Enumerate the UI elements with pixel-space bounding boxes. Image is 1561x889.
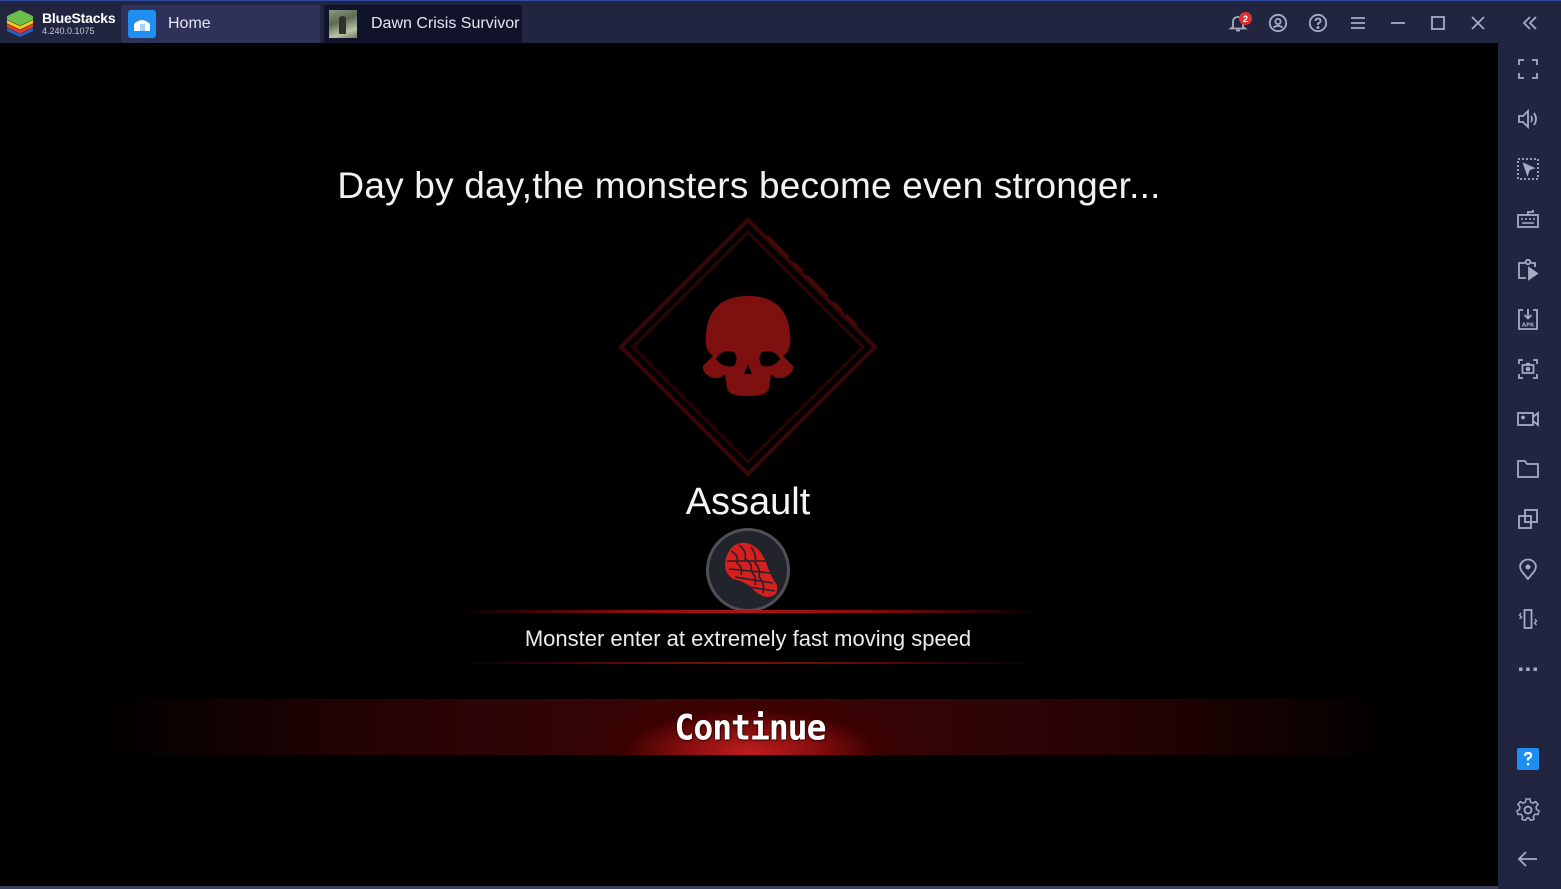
sidebar-item-keyboard-controls[interactable] bbox=[1498, 199, 1558, 239]
keyboard-icon bbox=[1517, 210, 1539, 228]
continue-label: Continue bbox=[674, 706, 827, 748]
mode-title: Assault bbox=[685, 481, 811, 523]
sidebar-item-volume[interactable] bbox=[1498, 99, 1558, 139]
game-screen[interactable]: Day by day,the monsters become even stro… bbox=[0, 43, 1498, 886]
sidebar-item-shake[interactable] bbox=[1498, 599, 1558, 639]
titlebar-controls: 2 bbox=[1218, 1, 1561, 44]
title-bar: BlueStacks 4.240.0.1075 Home Dawn Crisis… bbox=[0, 0, 1561, 43]
camera-icon bbox=[1518, 359, 1538, 379]
collapse-sidebar-icon bbox=[1522, 15, 1537, 30]
back-arrow-icon bbox=[1517, 851, 1537, 867]
brand-name: BlueStacks bbox=[42, 9, 116, 26]
sidebar-item-pointer-mode[interactable] bbox=[1498, 149, 1558, 189]
volume-icon bbox=[1518, 108, 1537, 130]
multi-instance-icon bbox=[1518, 509, 1538, 529]
sidebar-item-back[interactable] bbox=[1498, 839, 1558, 879]
close-button[interactable] bbox=[1458, 1, 1498, 44]
tab-dawn-crisis-survivor[interactable]: Dawn Crisis Survivor bbox=[324, 5, 522, 43]
cursor-select-icon bbox=[1517, 158, 1539, 180]
tab-home-label: Home bbox=[168, 15, 211, 32]
bluestacks-window: BlueStacks 4.240.0.1075 Home Dawn Crisis… bbox=[0, 0, 1561, 889]
tab-home[interactable]: Home bbox=[121, 5, 320, 43]
menu-icon bbox=[1351, 16, 1365, 29]
account-icon bbox=[1268, 13, 1288, 32]
more-dots-icon bbox=[1519, 667, 1537, 671]
right-sidebar: APK bbox=[1498, 43, 1561, 889]
game-thumbnail-icon bbox=[329, 10, 357, 38]
sidebar-item-more[interactable] bbox=[1498, 649, 1558, 689]
headline-text: Day by day,the monsters become even stro… bbox=[337, 165, 1161, 206]
description-divider-top bbox=[455, 610, 1041, 613]
sidebar-item-multi-instance[interactable] bbox=[1498, 499, 1558, 539]
sidebar-item-media-folder[interactable] bbox=[1498, 449, 1558, 489]
mode-description: Monster enter at extremely fast moving s… bbox=[524, 626, 972, 651]
app-version: 4.240.0.1075 bbox=[42, 25, 95, 36]
home-icon bbox=[128, 10, 156, 38]
sidebar-item-install-apk[interactable]: APK bbox=[1498, 299, 1558, 339]
sidebar-item-record-screen[interactable] bbox=[1498, 399, 1558, 439]
video-camera-icon bbox=[1517, 411, 1539, 427]
footprint-icon bbox=[725, 542, 778, 597]
close-icon bbox=[1471, 15, 1485, 30]
sidebar-item-macro-recorder[interactable] bbox=[1498, 249, 1558, 289]
collapse-sidebar-button[interactable] bbox=[1498, 1, 1561, 44]
skull-emblem-icon bbox=[618, 217, 878, 477]
continue-button[interactable]: Continue bbox=[100, 699, 1400, 755]
menu-button[interactable] bbox=[1338, 1, 1378, 44]
notification-badge: 2 bbox=[1239, 12, 1252, 25]
fullscreen-icon bbox=[1518, 59, 1538, 79]
minimize-icon bbox=[1391, 21, 1405, 24]
maximize-icon bbox=[1431, 15, 1445, 30]
account-button[interactable] bbox=[1258, 1, 1298, 44]
help-button[interactable] bbox=[1298, 1, 1338, 44]
macro-play-icon bbox=[1518, 258, 1539, 281]
mode-badge bbox=[706, 528, 790, 612]
sidebar-item-screenshot[interactable] bbox=[1498, 349, 1558, 389]
sidebar-item-settings[interactable] bbox=[1498, 789, 1558, 829]
location-pin-icon bbox=[1519, 558, 1537, 581]
folder-icon bbox=[1517, 460, 1539, 478]
minimize-button[interactable] bbox=[1378, 1, 1418, 44]
svg-text:APK: APK bbox=[1522, 323, 1535, 329]
sidebar-item-fullscreen[interactable] bbox=[1498, 49, 1558, 89]
sidebar-item-location[interactable] bbox=[1498, 549, 1558, 589]
help-square-icon bbox=[1517, 748, 1539, 770]
notifications-button[interactable]: 2 bbox=[1218, 1, 1258, 44]
description-divider-bottom bbox=[455, 662, 1041, 664]
sidebar-item-help[interactable] bbox=[1498, 739, 1558, 779]
bluestacks-logo-icon bbox=[7, 10, 33, 37]
help-icon bbox=[1308, 13, 1328, 32]
apk-install-icon: APK bbox=[1518, 309, 1538, 330]
tab-game-label: Dawn Crisis Survivor bbox=[371, 15, 520, 32]
maximize-button[interactable] bbox=[1418, 1, 1458, 44]
gear-icon bbox=[1516, 798, 1540, 821]
brand: BlueStacks 4.240.0.1075 bbox=[4, 6, 116, 40]
shake-icon bbox=[1518, 609, 1538, 629]
